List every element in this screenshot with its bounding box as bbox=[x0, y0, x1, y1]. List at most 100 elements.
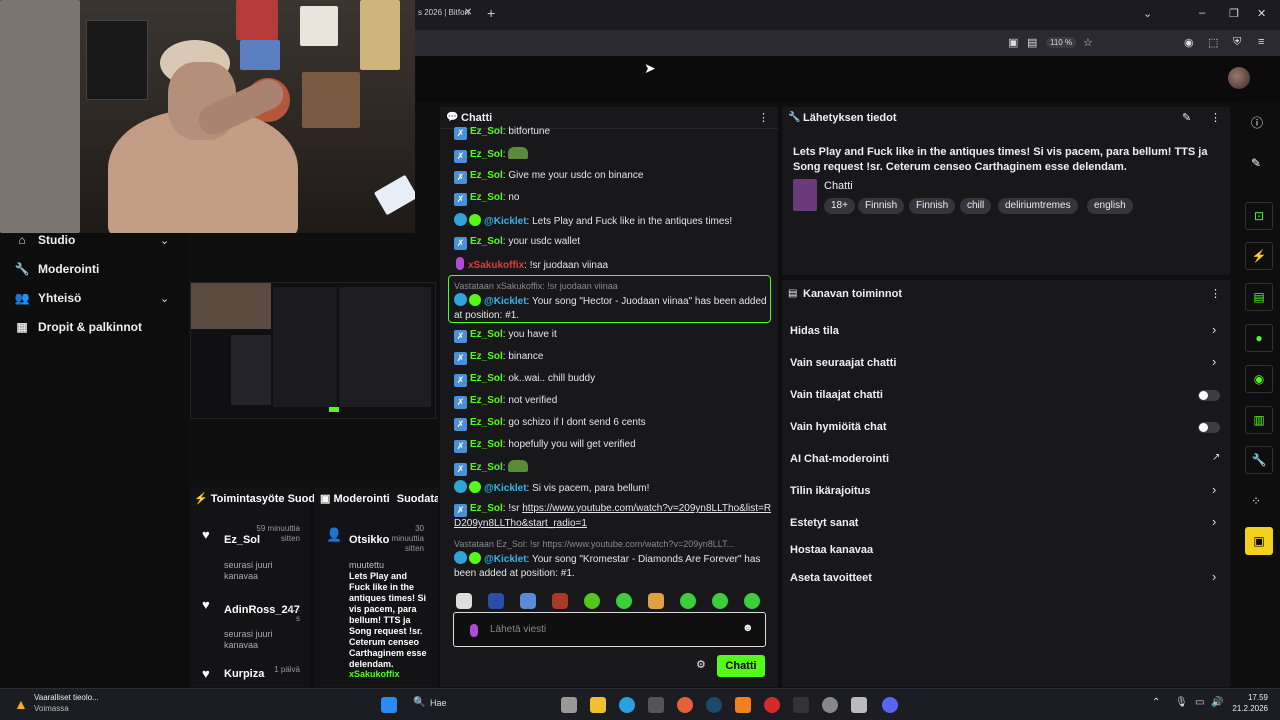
chat-username[interactable]: @Kicklet bbox=[484, 216, 527, 227]
clip-icon[interactable]: ⊡ bbox=[1245, 202, 1273, 230]
chevron-down-icon[interactable]: ⌄ bbox=[160, 234, 169, 247]
chat-username[interactable]: Ez_Sol bbox=[470, 462, 503, 473]
broadcast-icon[interactable]: ◉ bbox=[1245, 365, 1273, 393]
chat-username[interactable]: Ez_Sol bbox=[470, 503, 503, 514]
zoom-level[interactable]: 110 % bbox=[1046, 37, 1077, 48]
chat-username[interactable]: Ez_Sol bbox=[470, 126, 503, 137]
action-set-goals[interactable]: Aseta tavoitteet bbox=[790, 572, 872, 584]
close-window-icon[interactable]: ✕ bbox=[1257, 7, 1266, 20]
avatar[interactable] bbox=[1228, 67, 1250, 89]
browser-tab-title[interactable]: s 2026 | Bitfortune bbox=[418, 8, 470, 17]
chat-username[interactable]: Ez_Sol bbox=[470, 236, 503, 247]
terminal-icon[interactable] bbox=[793, 697, 809, 713]
extensions-icon[interactable]: ⬚ bbox=[1208, 36, 1218, 49]
info-icon[interactable]: ⓘ bbox=[1251, 114, 1263, 131]
steam-icon[interactable] bbox=[706, 697, 722, 713]
picture-icon[interactable]: ▣ bbox=[1008, 36, 1018, 49]
emote-only-toggle[interactable] bbox=[1198, 422, 1220, 433]
moderation-user[interactable]: xSakukoffix bbox=[349, 669, 427, 680]
action-blocked-words[interactable]: Estetyt sanat bbox=[790, 517, 858, 529]
chat-username[interactable]: Ez_Sol bbox=[470, 149, 503, 160]
clock-time[interactable]: 17.59 bbox=[1232, 693, 1268, 702]
clapper-icon[interactable]: ▣ bbox=[1245, 527, 1273, 555]
tag[interactable]: chill bbox=[960, 198, 992, 214]
vlc-icon[interactable] bbox=[735, 697, 751, 713]
opera-icon[interactable] bbox=[764, 697, 780, 713]
document-icon[interactable]: ▤ bbox=[1245, 283, 1273, 311]
menu-icon[interactable]: ≡ bbox=[1258, 36, 1264, 48]
action-host-channel[interactable]: Hostaa kanavaa bbox=[790, 544, 873, 556]
category-thumbnail[interactable] bbox=[793, 179, 817, 211]
emote-icon[interactable] bbox=[456, 593, 472, 609]
store-icon[interactable] bbox=[648, 697, 664, 713]
tag[interactable]: Finnish bbox=[909, 198, 956, 214]
send-chat-button[interactable]: Chatti bbox=[717, 655, 765, 677]
chat-username[interactable]: xSakukoffix bbox=[468, 260, 524, 271]
edge-icon[interactable] bbox=[619, 697, 635, 713]
lightning-icon[interactable]: ⚡ bbox=[1245, 242, 1273, 270]
apps-icon[interactable]: ⁘ bbox=[1251, 494, 1261, 508]
chevron-right-icon[interactable]: › bbox=[1212, 354, 1216, 369]
display-icon[interactable]: ▭ bbox=[1195, 697, 1204, 708]
layout-icon[interactable]: ▥ bbox=[1245, 406, 1273, 434]
emote-icon[interactable] bbox=[584, 593, 600, 609]
chat-username[interactable]: Ez_Sol bbox=[470, 439, 503, 450]
chat-username[interactable]: Ez_Sol bbox=[470, 351, 503, 362]
chevron-right-icon[interactable]: › bbox=[1212, 322, 1216, 337]
reply-context[interactable]: Vastataan Ez_Sol: !sr https://www.youtub… bbox=[454, 537, 772, 551]
task-view-icon[interactable] bbox=[561, 697, 577, 713]
chat-input[interactable]: Lähetä viesti ☻ bbox=[453, 612, 766, 647]
chevron-right-icon[interactable]: › bbox=[1212, 569, 1216, 584]
chat-username[interactable]: Ez_Sol bbox=[470, 373, 503, 384]
emote-icon[interactable] bbox=[680, 593, 696, 609]
more-icon[interactable]: ⋮ bbox=[758, 111, 769, 124]
emote-icon[interactable] bbox=[712, 593, 728, 609]
gear-icon[interactable]: ⚙ bbox=[696, 658, 706, 671]
volume-icon[interactable]: 🔊 bbox=[1211, 697, 1223, 708]
more-icon[interactable]: ⋮ bbox=[1210, 111, 1221, 124]
emote-icon[interactable] bbox=[744, 593, 760, 609]
chat-username[interactable]: @Kicklet bbox=[484, 554, 527, 565]
taskbar-search[interactable]: Hae bbox=[430, 698, 447, 708]
edit-icon[interactable]: ✎ bbox=[1251, 156, 1261, 170]
star-icon[interactable]: ☆ bbox=[1083, 36, 1093, 49]
more-icon[interactable]: ⋮ bbox=[1210, 287, 1221, 300]
emoji-icon[interactable]: ☻ bbox=[742, 622, 754, 634]
action-followers-only[interactable]: Vain seuraajat chatti bbox=[790, 357, 896, 369]
sidebar-item-moderation[interactable]: 🔧 Moderointi bbox=[14, 262, 100, 276]
emote-icon[interactable] bbox=[552, 593, 568, 609]
chat-username[interactable]: @Kicklet bbox=[484, 483, 527, 494]
subscribers-only-toggle[interactable] bbox=[1198, 390, 1220, 401]
tag[interactable]: english bbox=[1087, 198, 1133, 214]
windows-start-icon[interactable] bbox=[381, 697, 397, 713]
sidebar-item-drops[interactable]: ▦ Dropit & palkinnot bbox=[14, 320, 142, 334]
firefox-icon[interactable] bbox=[677, 697, 693, 713]
snipping-icon[interactable] bbox=[851, 697, 867, 713]
action-age-restriction[interactable]: Tilin ikärajoitus bbox=[790, 485, 871, 497]
settings-icon[interactable] bbox=[822, 697, 838, 713]
close-tab-icon[interactable]: ✕ bbox=[464, 7, 472, 18]
chat-username[interactable]: Ez_Sol bbox=[470, 192, 503, 203]
edit-icon[interactable]: ✎ bbox=[1182, 111, 1191, 124]
shield-icon[interactable]: ⛨ bbox=[1233, 36, 1241, 49]
chevron-right-icon[interactable]: › bbox=[1212, 514, 1216, 529]
chat-username[interactable]: Ez_Sol bbox=[470, 170, 503, 181]
chat-username[interactable]: Ez_Sol bbox=[470, 329, 503, 340]
stream-preview[interactable] bbox=[190, 282, 436, 419]
wrench-icon[interactable]: 🔧 bbox=[1245, 446, 1273, 474]
maximize-icon[interactable]: ❐ bbox=[1229, 7, 1239, 20]
account-icon[interactable]: ◉ bbox=[1184, 36, 1194, 49]
action-slow-mode[interactable]: Hidas tila bbox=[790, 325, 839, 337]
emote-icon[interactable] bbox=[616, 593, 632, 609]
stream-category[interactable]: Chatti bbox=[824, 180, 853, 192]
external-link-icon[interactable]: ↗ bbox=[1212, 452, 1220, 463]
tag[interactable]: deliriumtremes bbox=[998, 198, 1078, 214]
chevron-up-icon[interactable]: ⌃ bbox=[1152, 697, 1160, 708]
discord-icon[interactable] bbox=[882, 697, 898, 713]
emote-icon[interactable] bbox=[520, 593, 536, 609]
chevron-down-icon[interactable]: ⌄ bbox=[1143, 7, 1152, 20]
chat-icon[interactable]: ● bbox=[1245, 324, 1273, 352]
tag[interactable]: 18+ bbox=[824, 198, 855, 214]
microphone-icon[interactable]: 🎙 bbox=[1175, 697, 1188, 708]
minimize-icon[interactable]: – bbox=[1199, 7, 1205, 19]
